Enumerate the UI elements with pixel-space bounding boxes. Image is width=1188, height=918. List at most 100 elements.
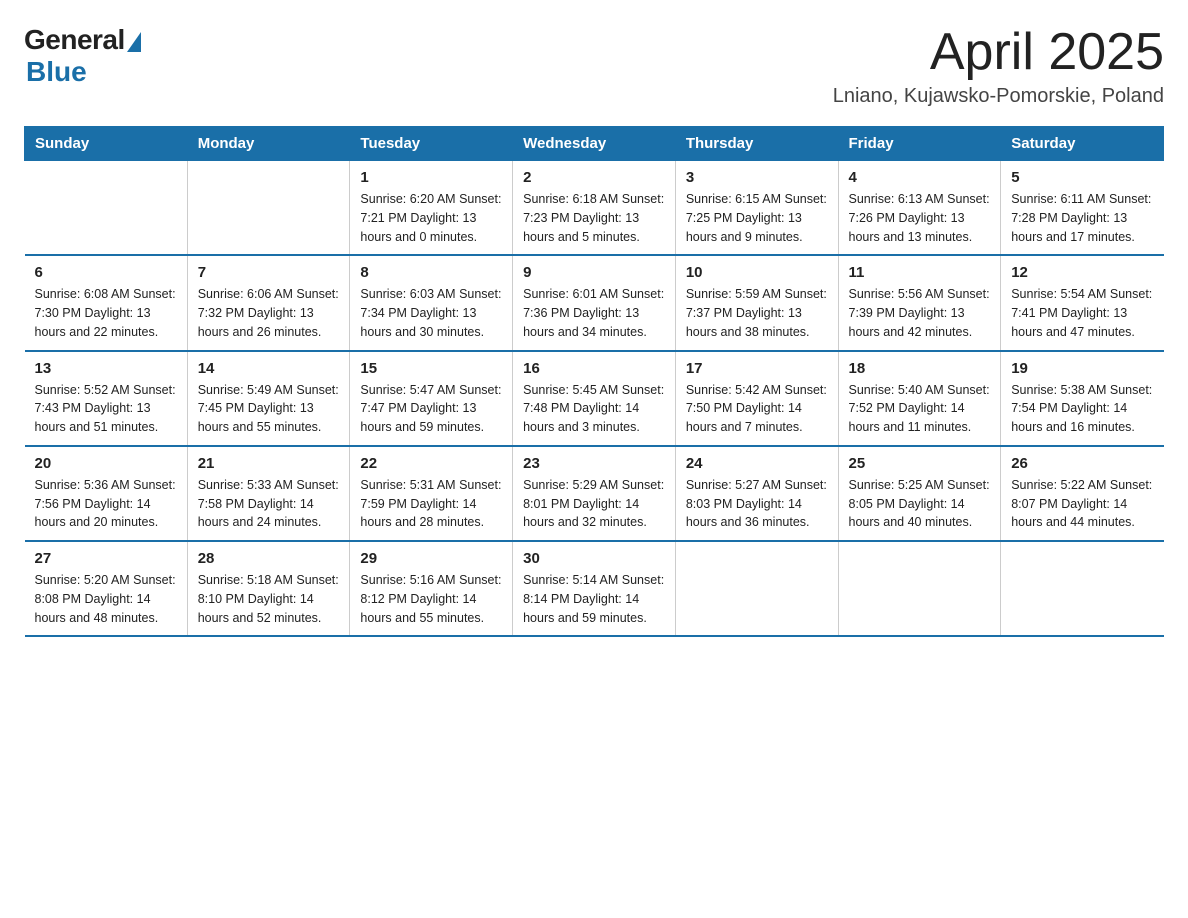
day-number: 22 bbox=[360, 455, 502, 472]
calendar-day-cell bbox=[675, 541, 838, 636]
calendar-day-cell bbox=[187, 161, 350, 256]
calendar-week-row: 6Sunrise: 6:08 AM Sunset: 7:30 PM Daylig… bbox=[25, 255, 1164, 350]
logo-general-text: General bbox=[24, 24, 125, 56]
calendar-day-cell: 30 Sunrise: 5:14 AM Sunset: 8:14 PM Dayli… bbox=[513, 541, 676, 636]
day-number: 7 bbox=[198, 264, 340, 281]
day-number: 9 bbox=[523, 264, 665, 281]
day-number: 23 bbox=[523, 455, 665, 472]
day-number: 5 bbox=[1011, 169, 1153, 186]
weekday-header-wednesday: Wednesday bbox=[513, 127, 676, 161]
day-info: Sunrise: 5:40 AM Sunset: 7:52 PM Dayligh… bbox=[849, 381, 991, 437]
weekday-header-row: SundayMondayTuesdayWednesdayThursdayFrid… bbox=[25, 127, 1164, 161]
calendar-day-cell: 9 Sunrise: 6:01 AM Sunset: 7:36 PM Daylig… bbox=[513, 255, 676, 350]
day-number: 10 bbox=[686, 264, 828, 281]
day-info: Sunrise: 5:45 AM Sunset: 7:48 PM Dayligh… bbox=[523, 381, 665, 437]
calendar-title: April 2025 bbox=[833, 24, 1164, 81]
day-info: Sunrise: 6:20 AM Sunset: 7:21 PM Dayligh… bbox=[360, 190, 502, 246]
title-block: April 2025 Lniano, Kujawsko-Pomorskie, P… bbox=[833, 24, 1164, 108]
calendar-day-cell: 2 Sunrise: 6:18 AM Sunset: 7:23 PM Daylig… bbox=[513, 161, 676, 256]
calendar-day-cell: 14 Sunrise: 5:49 AM Sunset: 7:45 PM Dayli… bbox=[187, 351, 350, 446]
day-number: 4 bbox=[849, 169, 991, 186]
logo-triangle-icon bbox=[127, 32, 141, 52]
calendar-week-row: 1 Sunrise: 6:20 AM Sunset: 7:21 PM Daylig… bbox=[25, 161, 1164, 256]
calendar-week-row: 13 Sunrise: 5:52 AM Sunset: 7:43 PM Dayli… bbox=[25, 351, 1164, 446]
calendar-day-cell: 24Sunrise: 5:27 AM Sunset: 8:03 PM Dayli… bbox=[675, 446, 838, 541]
day-number: 14 bbox=[198, 360, 340, 377]
day-info: Sunrise: 5:29 AM Sunset: 8:01 PM Dayligh… bbox=[523, 476, 665, 532]
calendar-day-cell: 23 Sunrise: 5:29 AM Sunset: 8:01 PM Dayli… bbox=[513, 446, 676, 541]
calendar-day-cell: 21Sunrise: 5:33 AM Sunset: 7:58 PM Dayli… bbox=[187, 446, 350, 541]
calendar-day-cell: 5 Sunrise: 6:11 AM Sunset: 7:28 PM Daylig… bbox=[1001, 161, 1164, 256]
day-info: Sunrise: 5:47 AM Sunset: 7:47 PM Dayligh… bbox=[360, 381, 502, 437]
day-number: 25 bbox=[849, 455, 991, 472]
day-info: Sunrise: 5:20 AM Sunset: 8:08 PM Dayligh… bbox=[35, 571, 177, 627]
calendar-day-cell bbox=[1001, 541, 1164, 636]
day-number: 2 bbox=[523, 169, 665, 186]
page-header: General Blue April 2025 Lniano, Kujawsko… bbox=[24, 24, 1164, 108]
day-number: 8 bbox=[360, 264, 502, 281]
calendar-table: SundayMondayTuesdayWednesdayThursdayFrid… bbox=[24, 126, 1164, 637]
day-info: Sunrise: 5:54 AM Sunset: 7:41 PM Dayligh… bbox=[1011, 285, 1153, 341]
calendar-day-cell bbox=[838, 541, 1001, 636]
day-info: Sunrise: 5:14 AM Sunset: 8:14 PM Dayligh… bbox=[523, 571, 665, 627]
day-number: 24 bbox=[686, 455, 828, 472]
day-info: Sunrise: 6:08 AM Sunset: 7:30 PM Dayligh… bbox=[35, 285, 177, 341]
calendar-day-cell: 11Sunrise: 5:56 AM Sunset: 7:39 PM Dayli… bbox=[838, 255, 1001, 350]
day-number: 30 bbox=[523, 550, 665, 567]
calendar-day-cell: 6Sunrise: 6:08 AM Sunset: 7:30 PM Daylig… bbox=[25, 255, 188, 350]
calendar-day-cell: 26Sunrise: 5:22 AM Sunset: 8:07 PM Dayli… bbox=[1001, 446, 1164, 541]
day-info: Sunrise: 5:42 AM Sunset: 7:50 PM Dayligh… bbox=[686, 381, 828, 437]
day-info: Sunrise: 5:31 AM Sunset: 7:59 PM Dayligh… bbox=[360, 476, 502, 532]
calendar-week-row: 20 Sunrise: 5:36 AM Sunset: 7:56 PM Dayli… bbox=[25, 446, 1164, 541]
day-number: 1 bbox=[360, 169, 502, 186]
weekday-header-monday: Monday bbox=[187, 127, 350, 161]
calendar-day-cell: 3Sunrise: 6:15 AM Sunset: 7:25 PM Daylig… bbox=[675, 161, 838, 256]
day-info: Sunrise: 5:59 AM Sunset: 7:37 PM Dayligh… bbox=[686, 285, 828, 341]
day-info: Sunrise: 5:49 AM Sunset: 7:45 PM Dayligh… bbox=[198, 381, 340, 437]
day-number: 13 bbox=[35, 360, 177, 377]
calendar-location: Lniano, Kujawsko-Pomorskie, Poland bbox=[833, 85, 1164, 108]
day-number: 20 bbox=[35, 455, 177, 472]
day-info: Sunrise: 5:33 AM Sunset: 7:58 PM Dayligh… bbox=[198, 476, 340, 532]
calendar-day-cell: 1 Sunrise: 6:20 AM Sunset: 7:21 PM Daylig… bbox=[350, 161, 513, 256]
calendar-day-cell bbox=[25, 161, 188, 256]
calendar-day-cell: 12 Sunrise: 5:54 AM Sunset: 7:41 PM Dayli… bbox=[1001, 255, 1164, 350]
logo-blue-text: Blue bbox=[26, 56, 87, 88]
day-number: 12 bbox=[1011, 264, 1153, 281]
weekday-header-sunday: Sunday bbox=[25, 127, 188, 161]
day-number: 18 bbox=[849, 360, 991, 377]
calendar-week-row: 27 Sunrise: 5:20 AM Sunset: 8:08 PM Dayli… bbox=[25, 541, 1164, 636]
calendar-day-cell: 17 Sunrise: 5:42 AM Sunset: 7:50 PM Dayli… bbox=[675, 351, 838, 446]
calendar-day-cell: 19Sunrise: 5:38 AM Sunset: 7:54 PM Dayli… bbox=[1001, 351, 1164, 446]
day-info: Sunrise: 6:18 AM Sunset: 7:23 PM Dayligh… bbox=[523, 190, 665, 246]
day-number: 28 bbox=[198, 550, 340, 567]
day-info: Sunrise: 5:25 AM Sunset: 8:05 PM Dayligh… bbox=[849, 476, 991, 532]
calendar-day-cell: 27 Sunrise: 5:20 AM Sunset: 8:08 PM Dayli… bbox=[25, 541, 188, 636]
calendar-day-cell: 25 Sunrise: 5:25 AM Sunset: 8:05 PM Dayli… bbox=[838, 446, 1001, 541]
calendar-day-cell: 15 Sunrise: 5:47 AM Sunset: 7:47 PM Dayli… bbox=[350, 351, 513, 446]
weekday-header-friday: Friday bbox=[838, 127, 1001, 161]
day-info: Sunrise: 6:11 AM Sunset: 7:28 PM Dayligh… bbox=[1011, 190, 1153, 246]
day-number: 15 bbox=[360, 360, 502, 377]
day-info: Sunrise: 6:01 AM Sunset: 7:36 PM Dayligh… bbox=[523, 285, 665, 341]
calendar-day-cell: 13 Sunrise: 5:52 AM Sunset: 7:43 PM Dayli… bbox=[25, 351, 188, 446]
weekday-header-thursday: Thursday bbox=[675, 127, 838, 161]
calendar-body: 1 Sunrise: 6:20 AM Sunset: 7:21 PM Daylig… bbox=[25, 161, 1164, 637]
calendar-day-cell: 28Sunrise: 5:18 AM Sunset: 8:10 PM Dayli… bbox=[187, 541, 350, 636]
day-number: 17 bbox=[686, 360, 828, 377]
day-number: 26 bbox=[1011, 455, 1153, 472]
day-info: Sunrise: 5:36 AM Sunset: 7:56 PM Dayligh… bbox=[35, 476, 177, 532]
weekday-header-saturday: Saturday bbox=[1001, 127, 1164, 161]
weekday-header-tuesday: Tuesday bbox=[350, 127, 513, 161]
calendar-day-cell: 20 Sunrise: 5:36 AM Sunset: 7:56 PM Dayli… bbox=[25, 446, 188, 541]
calendar-day-cell: 16 Sunrise: 5:45 AM Sunset: 7:48 PM Dayli… bbox=[513, 351, 676, 446]
calendar-day-cell: 18 Sunrise: 5:40 AM Sunset: 7:52 PM Dayli… bbox=[838, 351, 1001, 446]
calendar-day-cell: 8Sunrise: 6:03 AM Sunset: 7:34 PM Daylig… bbox=[350, 255, 513, 350]
day-number: 16 bbox=[523, 360, 665, 377]
day-number: 29 bbox=[360, 550, 502, 567]
day-info: Sunrise: 5:52 AM Sunset: 7:43 PM Dayligh… bbox=[35, 381, 177, 437]
day-info: Sunrise: 6:06 AM Sunset: 7:32 PM Dayligh… bbox=[198, 285, 340, 341]
calendar-day-cell: 10 Sunrise: 5:59 AM Sunset: 7:37 PM Dayli… bbox=[675, 255, 838, 350]
logo: General Blue bbox=[24, 24, 141, 88]
day-number: 27 bbox=[35, 550, 177, 567]
